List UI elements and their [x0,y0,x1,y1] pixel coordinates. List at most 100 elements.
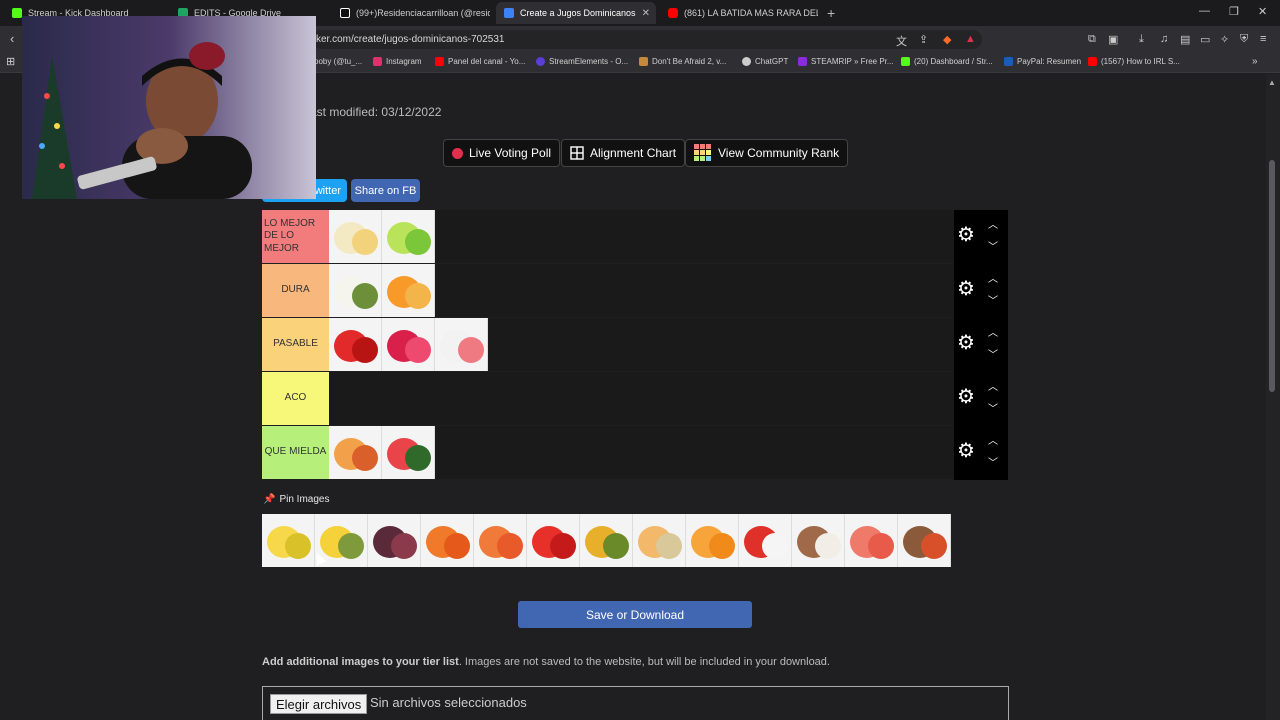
grapefruit-image[interactable] [845,514,898,567]
brave-shield-icon[interactable]: ◆ [943,33,951,46]
lime-image[interactable] [382,210,435,263]
scroll-up-icon[interactable]: ▲ [1268,78,1276,87]
bookmark-item[interactable]: ChatGPT [742,57,788,66]
url-field[interactable]: ker.com/create/jugos-dominicanos-702531 [312,30,982,49]
chevron-up-icon[interactable]: ︿ [988,216,998,231]
gear-icon[interactable]: ⚙ [957,441,975,461]
vpn-icon[interactable]: ⛨ [1240,33,1248,46]
bookmark-item[interactable]: ooby (@tu_... [314,57,362,66]
papaya-illustration [479,526,523,559]
tier-label[interactable]: PASABLE [262,318,329,371]
tier-label[interactable]: QUE MIELDA [262,426,329,479]
back-icon[interactable]: ‹ [10,31,14,46]
bookmark-item[interactable]: Instagram [373,57,422,66]
close-window-icon[interactable]: ✕ [1258,5,1267,18]
bookmark-item[interactable]: (1567) How to IRL S... [1088,57,1180,66]
chevron-up-icon[interactable]: ︿ [988,270,998,285]
close-icon[interactable]: ✕ [642,8,650,19]
papaya-image[interactable] [474,514,527,567]
pinned-images-row[interactable] [262,514,951,567]
new-tab-button[interactable]: + [827,5,835,21]
mamey-image[interactable] [898,514,951,567]
tier-items[interactable] [329,264,954,317]
save-download-button[interactable]: Save or Download [518,601,752,628]
share-fb-button[interactable]: Share on FB [351,179,420,202]
peach-image[interactable] [329,426,382,479]
tomato-image[interactable] [527,514,580,567]
bookmark-item[interactable]: (20) Dashboard / Str... [901,57,993,66]
chevron-up-icon[interactable]: ︿ [988,378,998,393]
tier-items[interactable] [329,210,954,263]
gear-icon[interactable]: ⚙ [957,387,975,407]
tier-label[interactable]: DURA [262,264,329,317]
scrollbar-thumb[interactable] [1269,160,1275,392]
restore-icon[interactable]: ❐ [1229,5,1239,18]
menu-icon[interactable]: ≡ [1260,33,1266,45]
choose-files-button[interactable]: Elegir archivos [270,694,368,714]
tab-youtube[interactable]: (861) LA BATIDA MAS RARA DEL MU [660,2,818,24]
bookmark-item[interactable]: StreamElements - O... [536,57,628,66]
tamarind-image[interactable] [792,514,845,567]
orange-slices-image[interactable] [686,514,739,567]
tier-items[interactable] [329,372,954,425]
tab-search-icon[interactable]: ▣ [1108,33,1118,46]
alignment-chart-button[interactable]: Alignment Chart [561,139,686,167]
streamelements-icon [536,57,545,66]
wallet-icon[interactable]: ▭ [1200,33,1210,46]
gear-icon[interactable]: ⚙ [957,279,975,299]
pin-images-toggle[interactable]: 📌 Pin Images [263,494,329,505]
banana-image[interactable] [329,210,382,263]
game-icon [639,57,648,66]
chevron-down-icon[interactable]: ﹀ [988,400,998,415]
banana-illustration [334,222,378,255]
orange-image[interactable] [382,264,435,317]
download-icon[interactable]: ⤓ [1139,33,1144,46]
soursop-image[interactable] [329,264,382,317]
guava-image[interactable] [435,318,488,371]
watermelon-illustration [387,438,431,471]
minimize-icon[interactable]: — [1199,5,1210,17]
live-voting-poll-button[interactable]: Live Voting Poll [443,139,561,167]
extensions-icon[interactable]: ⧉ [1088,33,1096,46]
chevron-down-icon[interactable]: ﹀ [988,346,998,361]
apps-icon[interactable]: ⊞ [6,55,15,68]
bookmark-item[interactable]: Don't Be Afraid 2, v... [639,57,726,66]
passionfruit-image[interactable] [262,514,315,567]
bookmark-label: ChatGPT [755,57,789,66]
chevron-down-icon[interactable]: ﹀ [988,292,998,307]
cantaloupe-image[interactable] [633,514,686,567]
chevron-down-icon[interactable]: ﹀ [988,238,998,253]
bookmark-item[interactable]: STEAMRIP » Free Pr... [798,57,894,66]
bookmark-label: (1567) How to IRL S... [1101,57,1180,66]
tab-tiktok[interactable]: (99+)Residenciacarrilloan (@residenc [332,2,490,24]
chevron-up-icon[interactable]: ︿ [988,432,998,447]
chevron-up-icon[interactable]: ︿ [988,324,998,339]
apple-illustration [744,526,788,559]
share-icon[interactable]: ⇪ [919,33,928,46]
bookmark-item[interactable]: PayPal: Resumen [1004,57,1081,66]
watermelon-image[interactable] [382,426,435,479]
chevron-down-icon[interactable]: ﹀ [988,454,998,469]
sidebar-icon[interactable]: ▤ [1180,33,1190,46]
strawberry-image[interactable] [329,318,382,371]
tier-items[interactable] [329,426,954,479]
gear-icon[interactable]: ⚙ [957,225,975,245]
media-icon[interactable]: ♫ [1160,33,1168,45]
leo-icon[interactable]: ✧ [1220,33,1229,46]
more-bookmarks-icon[interactable]: » [1252,56,1258,67]
view-community-rank-button[interactable]: View Community Rank [685,139,849,167]
mango-image[interactable] [580,514,633,567]
tier-controls: ⚙ ︿ ﹀ [954,210,1008,264]
gear-icon[interactable]: ⚙ [957,333,975,353]
tier-label[interactable]: ACO [262,372,329,425]
bookmark-item[interactable]: Panel del canal - Yo... [435,57,525,66]
tier-label[interactable]: LO MEJOR DE LO MEJOR [262,210,329,263]
grapes-image[interactable] [368,514,421,567]
brave-rewards-icon[interactable]: ▲ [965,33,976,45]
tier-items[interactable] [329,318,954,371]
carrot-image[interactable] [421,514,474,567]
raspberry-image[interactable] [382,318,435,371]
apple-image[interactable] [739,514,792,567]
translate-icon[interactable]: 文 [896,33,907,49]
tab-tiermaker[interactable]: Create a Jugos Dominicanos Tie ✕ [496,2,656,24]
